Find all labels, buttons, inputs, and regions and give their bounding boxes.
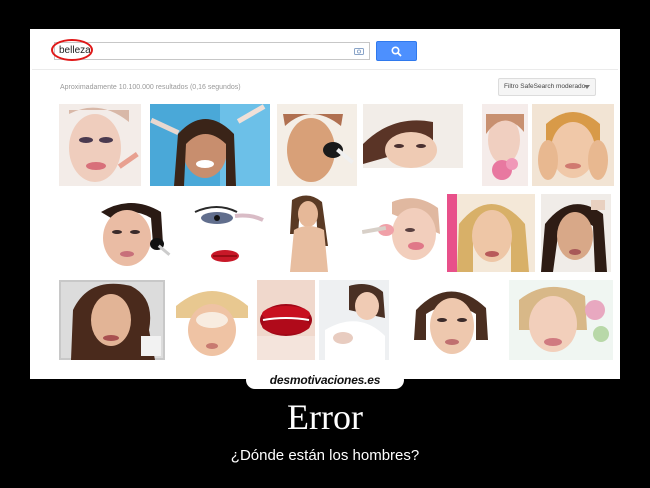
image-thumbnail-makeup-face-1[interactable] <box>59 104 141 186</box>
image-thumbnail-curly-hair-portrait[interactable] <box>59 280 165 360</box>
safesearch-label: Filtro SafeSearch moderado <box>504 83 586 90</box>
header-divider <box>32 69 618 70</box>
safesearch-button[interactable]: Filtro SafeSearch moderado <box>498 78 596 96</box>
image-thumbnail-woman-with-flower[interactable] <box>482 104 528 186</box>
poster-frame: belleza Aproximadamente 10.100.000 resul… <box>30 29 620 379</box>
image-thumbnail-woman-brush-pink[interactable] <box>362 194 442 272</box>
image-thumbnail-short-hair-woman[interactable] <box>406 280 494 360</box>
image-thumbnail-makeup-brush-cheek[interactable] <box>81 194 171 272</box>
search-input[interactable]: belleza <box>51 39 370 61</box>
image-thumbnail-woman-back[interactable] <box>272 194 346 272</box>
image-thumbnail-makeup-blush-brush[interactable] <box>277 104 357 186</box>
highlight-circle <box>51 39 93 61</box>
chevron-down-icon <box>584 85 590 89</box>
search-button[interactable] <box>376 41 417 61</box>
image-thumbnail-red-lips[interactable] <box>257 280 315 360</box>
site-logo: desmotivaciones.es <box>246 371 404 389</box>
image-thumbnail-makeup-brushes-face[interactable] <box>150 104 270 186</box>
image-thumbnail-smiling-woman-flowers[interactable] <box>509 280 613 360</box>
results-count: Aproximadamente 10.100.000 resultados (0… <box>60 84 241 91</box>
image-thumbnail-towel-face-mask[interactable] <box>172 280 252 360</box>
camera-icon[interactable] <box>354 47 364 55</box>
image-thumbnail-blonde-woman[interactable] <box>447 194 535 272</box>
image-thumbnail-facial-massage[interactable] <box>532 104 614 186</box>
site-logo-text: desmotivaciones.es <box>269 373 381 387</box>
poster-title: Error <box>287 397 363 437</box>
image-thumbnail-lying-woman[interactable] <box>363 104 463 186</box>
image-thumbnail-spa-woman[interactable] <box>319 280 389 360</box>
image-thumbnail-eyes-and-lips[interactable] <box>175 194 265 272</box>
search-icon <box>391 46 402 57</box>
screenshot-google-images: belleza Aproximadamente 10.100.000 resul… <box>32 31 618 377</box>
poster-caption: ¿Dónde están los hombres? <box>230 447 420 464</box>
image-thumbnail-dark-hair-woman[interactable] <box>541 194 611 272</box>
